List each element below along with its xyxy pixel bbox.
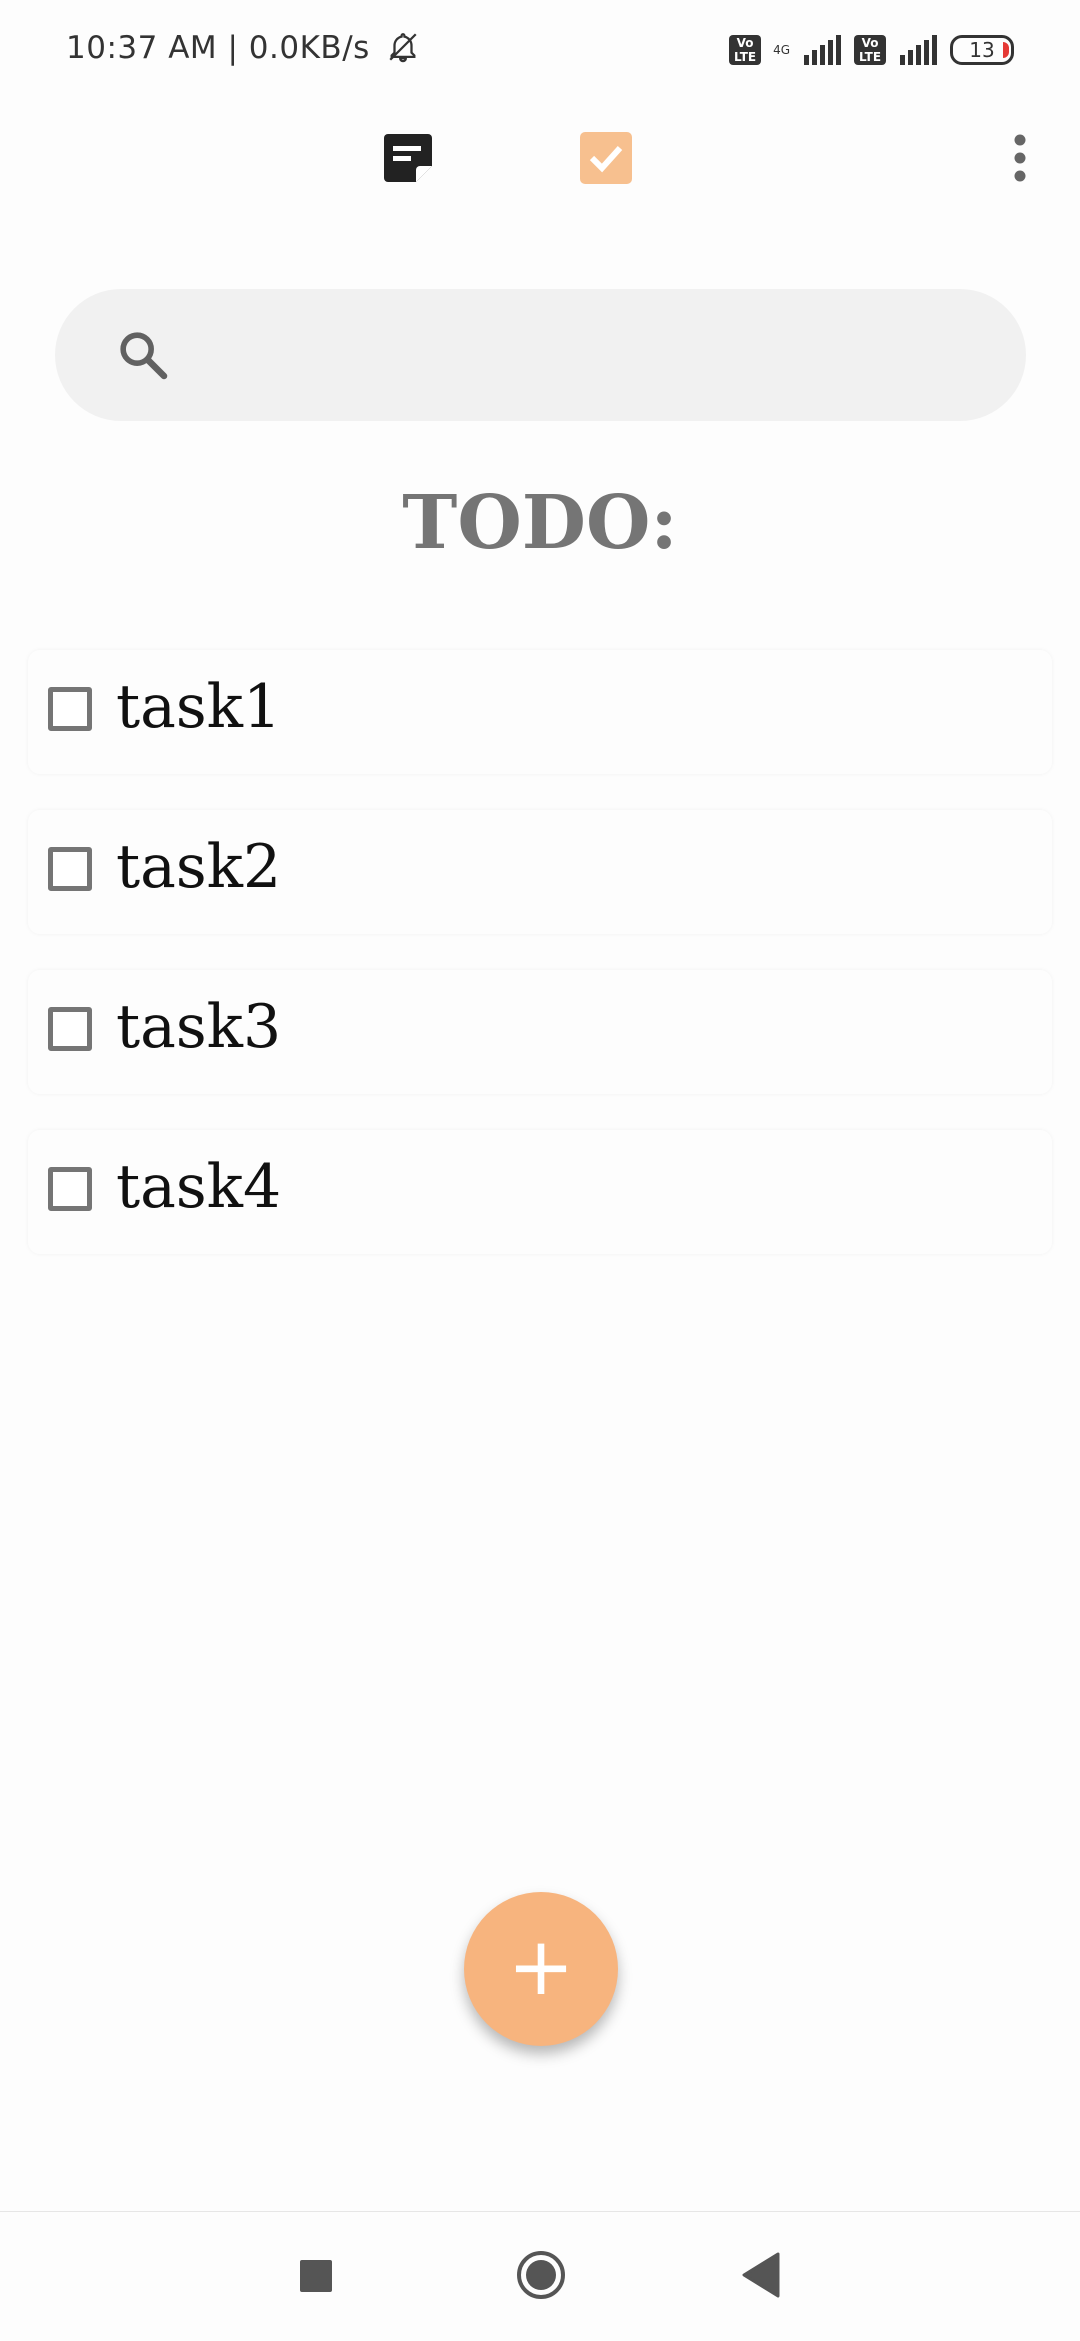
tab-notes[interactable]: [382, 132, 434, 184]
task-label: task4: [116, 1152, 282, 1222]
add-icon: +: [507, 1920, 575, 2013]
add-task-button[interactable]: +: [464, 1892, 618, 2046]
more-options-button[interactable]: [1004, 130, 1036, 186]
signal-icon-2: [900, 35, 937, 65]
notes-icon: [384, 134, 432, 182]
checkbox-checked-icon: [580, 132, 632, 184]
signal-icon: [804, 35, 841, 65]
task-label: task2: [116, 832, 282, 902]
search-bar[interactable]: [55, 289, 1026, 421]
volte-icon-2: Vo LTE: [854, 35, 886, 65]
task-checkbox[interactable]: [48, 1167, 92, 1211]
page-title: TODO:: [402, 480, 678, 566]
recents-button[interactable]: [300, 2260, 332, 2292]
status-bar: 10:37 AM | 0.0KB/s Vo LTE 4G Vo LTE 13: [0, 0, 1080, 100]
task-item[interactable]: task1: [28, 650, 1052, 774]
bell-off-icon: [389, 33, 417, 63]
task-item[interactable]: task3: [28, 970, 1052, 1094]
home-button[interactable]: [516, 2250, 566, 2300]
toolbar: [0, 110, 1080, 210]
search-icon: [120, 332, 168, 380]
task-label: task3: [116, 992, 282, 1062]
network-label: 4G: [773, 43, 790, 57]
task-checkbox[interactable]: [48, 1007, 92, 1051]
search-input[interactable]: [195, 319, 979, 393]
battery-icon: 13: [950, 35, 1014, 65]
tab-todo[interactable]: [580, 132, 632, 184]
status-time-speed-text: 10:37 AM | 0.0KB/s: [66, 30, 370, 66]
back-button[interactable]: [742, 2252, 780, 2298]
volte-icon: Vo LTE: [729, 35, 762, 65]
task-checkbox[interactable]: [48, 687, 92, 731]
more-vert-icon: [1014, 134, 1026, 182]
task-list: task1 task2 task3 task4: [28, 650, 1052, 1290]
task-label: task1: [116, 672, 282, 742]
navigation-bar: [0, 2211, 1080, 2341]
battery-level: 13: [969, 38, 995, 62]
task-item[interactable]: task2: [28, 810, 1052, 934]
task-checkbox[interactable]: [48, 847, 92, 891]
status-icons: Vo LTE 4G Vo LTE 13: [729, 30, 1014, 70]
status-time-speed: 10:37 AM | 0.0KB/s: [66, 30, 420, 66]
network-indicator: 4G: [773, 44, 790, 56]
task-item[interactable]: task4: [28, 1130, 1052, 1254]
battery-low-indicator: [1003, 42, 1009, 58]
